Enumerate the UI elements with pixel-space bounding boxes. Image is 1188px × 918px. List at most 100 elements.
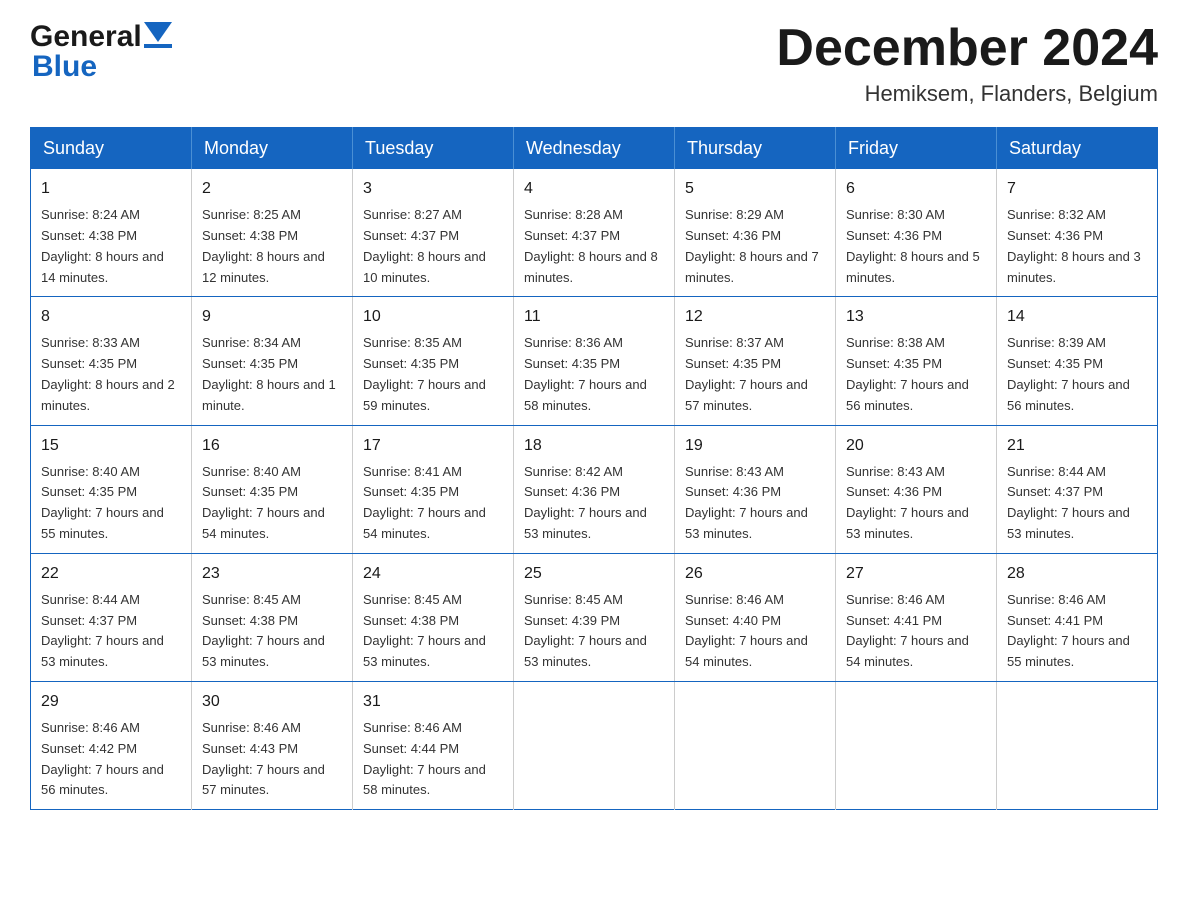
day-number: 16 xyxy=(202,434,342,458)
table-row: 30 Sunrise: 8:46 AMSunset: 4:43 PMDaylig… xyxy=(192,681,353,809)
day-number: 2 xyxy=(202,177,342,201)
table-row: 22 Sunrise: 8:44 AMSunset: 4:37 PMDaylig… xyxy=(31,553,192,681)
day-info: Sunrise: 8:39 AMSunset: 4:35 PMDaylight:… xyxy=(1007,335,1130,412)
logo: General Blue xyxy=(30,20,172,84)
day-number: 31 xyxy=(363,690,503,714)
calendar-header-row: Sunday Monday Tuesday Wednesday Thursday… xyxy=(31,128,1158,170)
day-info: Sunrise: 8:40 AMSunset: 4:35 PMDaylight:… xyxy=(41,464,164,541)
col-saturday: Saturday xyxy=(997,128,1158,170)
table-row: 18 Sunrise: 8:42 AMSunset: 4:36 PMDaylig… xyxy=(514,425,675,553)
day-number: 22 xyxy=(41,562,181,586)
table-row: 16 Sunrise: 8:40 AMSunset: 4:35 PMDaylig… xyxy=(192,425,353,553)
table-row: 17 Sunrise: 8:41 AMSunset: 4:35 PMDaylig… xyxy=(353,425,514,553)
calendar-week-row: 8 Sunrise: 8:33 AMSunset: 4:35 PMDayligh… xyxy=(31,297,1158,425)
col-thursday: Thursday xyxy=(675,128,836,170)
day-number: 1 xyxy=(41,177,181,201)
day-number: 20 xyxy=(846,434,986,458)
day-number: 3 xyxy=(363,177,503,201)
day-info: Sunrise: 8:25 AMSunset: 4:38 PMDaylight:… xyxy=(202,207,325,284)
col-tuesday: Tuesday xyxy=(353,128,514,170)
col-sunday: Sunday xyxy=(31,128,192,170)
day-info: Sunrise: 8:45 AMSunset: 4:38 PMDaylight:… xyxy=(363,592,486,669)
day-info: Sunrise: 8:46 AMSunset: 4:40 PMDaylight:… xyxy=(685,592,808,669)
page-header: General Blue December 2024 Hemiksem, Fla… xyxy=(30,20,1158,107)
calendar-table: Sunday Monday Tuesday Wednesday Thursday… xyxy=(30,127,1158,810)
table-row: 14 Sunrise: 8:39 AMSunset: 4:35 PMDaylig… xyxy=(997,297,1158,425)
day-number: 30 xyxy=(202,690,342,714)
table-row: 12 Sunrise: 8:37 AMSunset: 4:35 PMDaylig… xyxy=(675,297,836,425)
table-row: 9 Sunrise: 8:34 AMSunset: 4:35 PMDayligh… xyxy=(192,297,353,425)
day-number: 14 xyxy=(1007,305,1147,329)
table-row: 5 Sunrise: 8:29 AMSunset: 4:36 PMDayligh… xyxy=(675,169,836,297)
table-row xyxy=(836,681,997,809)
table-row: 6 Sunrise: 8:30 AMSunset: 4:36 PMDayligh… xyxy=(836,169,997,297)
table-row: 19 Sunrise: 8:43 AMSunset: 4:36 PMDaylig… xyxy=(675,425,836,553)
calendar-week-row: 1 Sunrise: 8:24 AMSunset: 4:38 PMDayligh… xyxy=(31,169,1158,297)
day-info: Sunrise: 8:29 AMSunset: 4:36 PMDaylight:… xyxy=(685,207,819,284)
day-number: 4 xyxy=(524,177,664,201)
day-info: Sunrise: 8:38 AMSunset: 4:35 PMDaylight:… xyxy=(846,335,969,412)
day-number: 27 xyxy=(846,562,986,586)
location: Hemiksem, Flanders, Belgium xyxy=(776,81,1158,107)
day-info: Sunrise: 8:27 AMSunset: 4:37 PMDaylight:… xyxy=(363,207,486,284)
day-info: Sunrise: 8:42 AMSunset: 4:36 PMDaylight:… xyxy=(524,464,647,541)
table-row: 3 Sunrise: 8:27 AMSunset: 4:37 PMDayligh… xyxy=(353,169,514,297)
table-row: 31 Sunrise: 8:46 AMSunset: 4:44 PMDaylig… xyxy=(353,681,514,809)
day-info: Sunrise: 8:40 AMSunset: 4:35 PMDaylight:… xyxy=(202,464,325,541)
table-row xyxy=(514,681,675,809)
month-title: December 2024 xyxy=(776,20,1158,77)
logo-triangle-icon xyxy=(144,22,172,54)
table-row: 4 Sunrise: 8:28 AMSunset: 4:37 PMDayligh… xyxy=(514,169,675,297)
table-row: 25 Sunrise: 8:45 AMSunset: 4:39 PMDaylig… xyxy=(514,553,675,681)
calendar-week-row: 15 Sunrise: 8:40 AMSunset: 4:35 PMDaylig… xyxy=(31,425,1158,553)
day-info: Sunrise: 8:44 AMSunset: 4:37 PMDaylight:… xyxy=(41,592,164,669)
calendar-week-row: 22 Sunrise: 8:44 AMSunset: 4:37 PMDaylig… xyxy=(31,553,1158,681)
day-info: Sunrise: 8:46 AMSunset: 4:41 PMDaylight:… xyxy=(1007,592,1130,669)
table-row: 28 Sunrise: 8:46 AMSunset: 4:41 PMDaylig… xyxy=(997,553,1158,681)
table-row: 11 Sunrise: 8:36 AMSunset: 4:35 PMDaylig… xyxy=(514,297,675,425)
table-row: 7 Sunrise: 8:32 AMSunset: 4:36 PMDayligh… xyxy=(997,169,1158,297)
table-row: 8 Sunrise: 8:33 AMSunset: 4:35 PMDayligh… xyxy=(31,297,192,425)
day-number: 9 xyxy=(202,305,342,329)
day-number: 28 xyxy=(1007,562,1147,586)
day-number: 25 xyxy=(524,562,664,586)
table-row: 21 Sunrise: 8:44 AMSunset: 4:37 PMDaylig… xyxy=(997,425,1158,553)
table-row: 27 Sunrise: 8:46 AMSunset: 4:41 PMDaylig… xyxy=(836,553,997,681)
col-monday: Monday xyxy=(192,128,353,170)
day-number: 12 xyxy=(685,305,825,329)
day-info: Sunrise: 8:28 AMSunset: 4:37 PMDaylight:… xyxy=(524,207,658,284)
table-row: 1 Sunrise: 8:24 AMSunset: 4:38 PMDayligh… xyxy=(31,169,192,297)
day-number: 23 xyxy=(202,562,342,586)
day-info: Sunrise: 8:30 AMSunset: 4:36 PMDaylight:… xyxy=(846,207,980,284)
day-info: Sunrise: 8:24 AMSunset: 4:38 PMDaylight:… xyxy=(41,207,164,284)
day-number: 29 xyxy=(41,690,181,714)
table-row xyxy=(997,681,1158,809)
day-info: Sunrise: 8:45 AMSunset: 4:39 PMDaylight:… xyxy=(524,592,647,669)
day-number: 6 xyxy=(846,177,986,201)
table-row: 26 Sunrise: 8:46 AMSunset: 4:40 PMDaylig… xyxy=(675,553,836,681)
col-wednesday: Wednesday xyxy=(514,128,675,170)
table-row: 13 Sunrise: 8:38 AMSunset: 4:35 PMDaylig… xyxy=(836,297,997,425)
table-row: 2 Sunrise: 8:25 AMSunset: 4:38 PMDayligh… xyxy=(192,169,353,297)
day-info: Sunrise: 8:32 AMSunset: 4:36 PMDaylight:… xyxy=(1007,207,1141,284)
day-number: 13 xyxy=(846,305,986,329)
day-info: Sunrise: 8:41 AMSunset: 4:35 PMDaylight:… xyxy=(363,464,486,541)
day-info: Sunrise: 8:46 AMSunset: 4:44 PMDaylight:… xyxy=(363,720,486,797)
logo-blue-text: Blue xyxy=(32,50,97,83)
table-row: 23 Sunrise: 8:45 AMSunset: 4:38 PMDaylig… xyxy=(192,553,353,681)
table-row: 10 Sunrise: 8:35 AMSunset: 4:35 PMDaylig… xyxy=(353,297,514,425)
day-number: 11 xyxy=(524,305,664,329)
day-number: 7 xyxy=(1007,177,1147,201)
day-info: Sunrise: 8:34 AMSunset: 4:35 PMDaylight:… xyxy=(202,335,336,412)
day-info: Sunrise: 8:46 AMSunset: 4:42 PMDaylight:… xyxy=(41,720,164,797)
day-info: Sunrise: 8:43 AMSunset: 4:36 PMDaylight:… xyxy=(685,464,808,541)
day-number: 19 xyxy=(685,434,825,458)
col-friday: Friday xyxy=(836,128,997,170)
title-section: December 2024 Hemiksem, Flanders, Belgiu… xyxy=(776,20,1158,107)
day-info: Sunrise: 8:46 AMSunset: 4:41 PMDaylight:… xyxy=(846,592,969,669)
table-row: 24 Sunrise: 8:45 AMSunset: 4:38 PMDaylig… xyxy=(353,553,514,681)
day-number: 8 xyxy=(41,305,181,329)
day-info: Sunrise: 8:44 AMSunset: 4:37 PMDaylight:… xyxy=(1007,464,1130,541)
day-info: Sunrise: 8:37 AMSunset: 4:35 PMDaylight:… xyxy=(685,335,808,412)
day-number: 21 xyxy=(1007,434,1147,458)
